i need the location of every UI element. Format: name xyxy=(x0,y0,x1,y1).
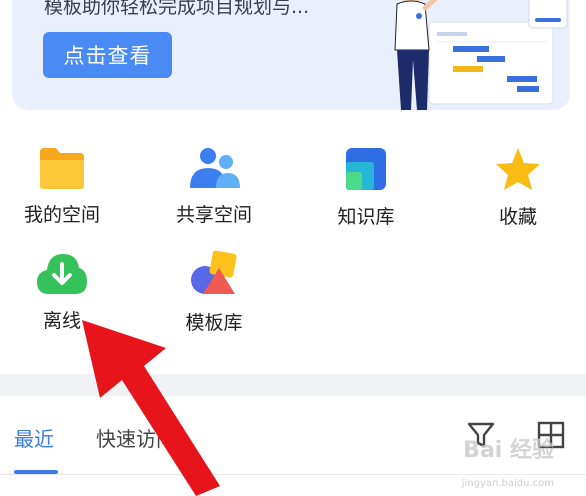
people-icon xyxy=(190,148,240,188)
tab-bar-border xyxy=(0,474,586,475)
app-label: 模板库 xyxy=(185,312,243,334)
banner-view-button[interactable]: 点击查看 xyxy=(43,32,172,78)
app-label: 共享空间 xyxy=(175,204,252,226)
shapes-icon xyxy=(191,250,237,294)
book-icon xyxy=(346,148,386,190)
promo-banner[interactable]: 模板助你轻松完成项目规划与... 点击查看 xyxy=(12,0,570,110)
app-label: 离线 xyxy=(42,310,81,332)
star-icon xyxy=(496,148,540,190)
app-label: 我的空间 xyxy=(23,204,100,226)
cloud-download-icon xyxy=(37,254,87,294)
app-favorites[interactable]: 收藏 xyxy=(458,146,578,229)
folder-icon xyxy=(40,148,84,189)
annotation-arrow-icon xyxy=(82,320,220,496)
watermark: Bai 经验 xyxy=(463,438,554,463)
banner-text: 模板助你轻松完成项目规划与... xyxy=(44,0,310,18)
tab-recent[interactable]: 最近 xyxy=(14,423,54,452)
tab-quick-access[interactable]: 快速访问 xyxy=(96,423,176,452)
app-template-library[interactable]: 模板库 xyxy=(154,250,274,335)
app-my-space[interactable]: 我的空间 xyxy=(2,146,122,227)
watermark-url: jingyan.baidu.com xyxy=(461,478,554,489)
app-label: 知识库 xyxy=(337,206,395,228)
section-divider xyxy=(0,374,586,396)
app-label: 收藏 xyxy=(498,206,537,228)
app-knowledge-base[interactable]: 知识库 xyxy=(306,146,426,229)
app-shared-space[interactable]: 共享空间 xyxy=(154,146,274,227)
app-offline[interactable]: 离线 xyxy=(2,250,122,333)
banner-illustration xyxy=(394,0,568,110)
